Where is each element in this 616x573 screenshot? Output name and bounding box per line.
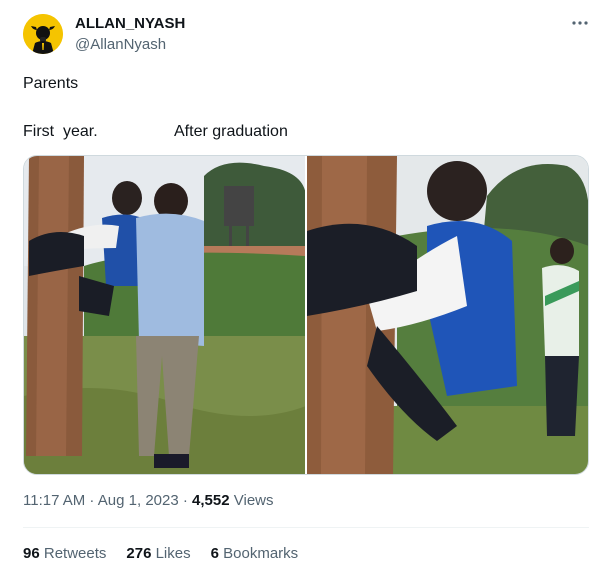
photo-after-graduation-image: [307, 156, 588, 474]
views-label: Views: [233, 492, 274, 509]
avatar[interactable]: [23, 14, 63, 54]
retweets-count: 96: [23, 545, 40, 562]
retweets-label: Retweets: [43, 545, 107, 562]
photo-first-year[interactable]: [24, 156, 305, 474]
meta-separator: ·: [178, 492, 193, 509]
likes-count: 276: [126, 545, 152, 562]
bull-avatar-icon: [23, 14, 63, 54]
likes-label: Likes: [155, 545, 191, 562]
author-name[interactable]: ALLAN_NYASH: [75, 15, 185, 32]
bookmarks-label: Bookmarks: [223, 545, 299, 562]
post-time[interactable]: 11:17 AM: [23, 492, 85, 509]
author-handle[interactable]: @AllanNyash: [75, 36, 166, 53]
tweet: ALLAN_NYASH @AllanNyash Parents First ye…: [0, 0, 616, 573]
meta-separator: ·: [85, 492, 98, 509]
more-button[interactable]: [568, 12, 592, 34]
post-caption-right: After graduation: [174, 123, 288, 140]
post-meta: 11:17 AM · Aug 1, 2023 · 4,552 Views: [23, 492, 274, 509]
post-date[interactable]: Aug 1, 2023: [98, 492, 179, 509]
retweets-stat[interactable]: 96 Retweets: [23, 545, 106, 562]
divider: [23, 527, 589, 528]
post-caption-left: First year.: [23, 123, 98, 140]
engagement-stats: 96 Retweets 276 Likes 6 Bookmarks: [23, 545, 298, 562]
post-text-line1: Parents: [23, 75, 79, 92]
media-grid: [23, 155, 589, 475]
views-count: 4,552: [192, 492, 230, 509]
more-dots-icon: [572, 21, 588, 25]
photo-after-graduation[interactable]: [307, 156, 588, 474]
likes-stat[interactable]: 276 Likes: [126, 545, 190, 562]
bookmarks-count: 6: [210, 545, 219, 562]
photo-first-year-image: [24, 156, 305, 474]
bookmarks-stat[interactable]: 6 Bookmarks: [211, 545, 299, 562]
